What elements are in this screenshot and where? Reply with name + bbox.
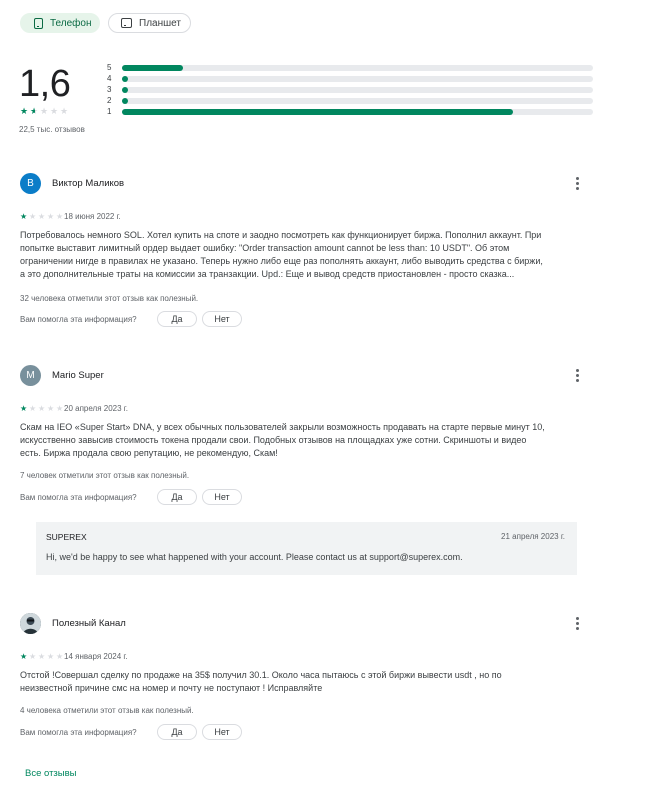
- star-icon: ★: [47, 652, 55, 661]
- histogram-bar: [122, 75, 129, 82]
- histogram-row-3: 3: [107, 85, 593, 94]
- review-stars: ★ ★ ★ ★ ★: [20, 652, 65, 662]
- tablet-icon: [121, 18, 132, 28]
- histogram-track: [122, 97, 593, 104]
- histogram-label: 1: [107, 107, 112, 116]
- average-rating: 1,6: [19, 63, 71, 105]
- star-icon: ★: [29, 404, 37, 413]
- review-text-line: неизвестной причине смс на номер и почту…: [20, 683, 323, 693]
- histogram-bar: [122, 97, 129, 104]
- phone-icon: [34, 17, 43, 29]
- no-button[interactable]: Нет: [202, 489, 242, 505]
- yes-button[interactable]: Да: [157, 311, 197, 327]
- star-icon: ★: [30, 106, 39, 116]
- review-date: 20 апреля 2023 г.: [64, 404, 128, 413]
- all-reviews-link[interactable]: Все отзывы: [25, 768, 77, 779]
- star-icon: ★: [47, 212, 55, 221]
- no-button[interactable]: Нет: [202, 724, 242, 740]
- helpful-question: Вам помогла эта информация?: [20, 315, 137, 324]
- star-icon: ★: [38, 652, 46, 661]
- review-text: Потребовалось немного SOL. Хотел купить …: [20, 229, 586, 281]
- review-text-line: а это дополнительные траты на комиссии з…: [20, 269, 515, 279]
- histogram-bar: [122, 64, 184, 71]
- histogram-row-2: 2: [107, 96, 593, 105]
- review-text: Отстой !Совершал сделку по продаже на 35…: [20, 669, 586, 695]
- histogram-track: [122, 75, 593, 82]
- helpful-count: 32 человека отметили этот отзыв как поле…: [20, 294, 199, 303]
- review-count: 22,5 тыс. отзывов: [19, 125, 85, 134]
- review-text: Скам на IEO «Super Start» DNA, у всех об…: [20, 421, 586, 460]
- star-icon: ★: [20, 212, 28, 221]
- star-icon: ★: [20, 106, 29, 116]
- review-author: Mario Super: [52, 370, 104, 381]
- histogram-row-1: 1: [107, 107, 593, 116]
- review-date: 18 июня 2022 г.: [64, 212, 121, 221]
- more-options-icon[interactable]: [574, 366, 580, 384]
- review-author: Виктор Маликов: [52, 178, 125, 189]
- review-text-line: Скам на IEO «Super Start» DNA, у всех об…: [20, 422, 545, 432]
- histogram-track: [122, 64, 593, 71]
- rating-stars: ★ ★ ★ ★ ★: [20, 106, 70, 116]
- review-date: 14 января 2024 г.: [64, 652, 128, 661]
- histogram-row-4: 4: [107, 74, 593, 83]
- review-stars: ★ ★ ★ ★ ★: [20, 404, 65, 414]
- developer-reply: SUPEREX 21 апреля 2023 г. Hi, we'd be ha…: [36, 522, 577, 575]
- developer-reply-text: Hi, we'd be happy to see what happened w…: [46, 552, 463, 562]
- histogram-track: [122, 108, 593, 115]
- review-author: Полезный Канал: [52, 618, 126, 629]
- developer-name: SUPEREX: [46, 532, 87, 542]
- no-button[interactable]: Нет: [202, 311, 242, 327]
- avatar: M: [20, 365, 41, 386]
- helpful-question: Вам помогла эта информация?: [20, 493, 137, 502]
- histogram-track: [122, 86, 593, 93]
- avatar: [20, 613, 41, 634]
- star-icon: ★: [47, 404, 55, 413]
- review-text-line: Потребовалось немного SOL. Хотел купить …: [20, 230, 542, 240]
- tab-tablet-label: Планшет: [139, 17, 181, 29]
- yes-button[interactable]: Да: [157, 489, 197, 505]
- histogram-label: 3: [107, 85, 112, 94]
- review-text-line: Отстой !Совершал сделку по продаже на 35…: [20, 670, 502, 680]
- histogram-row-5: 5: [107, 63, 593, 72]
- review-text-line: попытке выставит лимитный ордер выдает о…: [20, 243, 510, 253]
- histogram-label: 2: [107, 96, 112, 105]
- histogram-bar: [122, 86, 129, 93]
- helpful-question: Вам помогла эта информация?: [20, 728, 137, 737]
- review-stars: ★ ★ ★ ★ ★: [20, 212, 65, 222]
- review-text-line: есть. Биржа продала свою репутацию, не р…: [20, 448, 278, 458]
- histogram-bar: [122, 108, 513, 115]
- star-icon: ★: [29, 212, 37, 221]
- tab-phone[interactable]: Телефон: [20, 13, 100, 33]
- avatar-image: [20, 613, 41, 634]
- star-icon: ★: [40, 106, 49, 116]
- avatar: В: [20, 173, 41, 194]
- more-options-icon[interactable]: [574, 174, 580, 192]
- helpful-count: 4 человека отметили этот отзыв как полез…: [20, 706, 194, 715]
- star-icon: ★: [50, 106, 59, 116]
- yes-button[interactable]: Да: [157, 724, 197, 740]
- review-text-line: ограничении нигде в правилах не указано.…: [20, 256, 543, 266]
- developer-reply-date: 21 апреля 2023 г.: [501, 532, 565, 541]
- review-text-line: искусственно завысив стоимость токена пр…: [20, 435, 527, 445]
- tab-phone-label: Телефон: [50, 17, 92, 29]
- star-icon: ★: [60, 106, 69, 116]
- star-icon: ★: [29, 652, 37, 661]
- more-options-icon[interactable]: [574, 614, 580, 632]
- helpful-count: 7 человек отметили этот отзыв как полезн…: [20, 471, 190, 480]
- histogram-label: 4: [107, 74, 112, 83]
- histogram-label: 5: [107, 63, 112, 72]
- star-icon: ★: [38, 212, 46, 221]
- star-icon: ★: [20, 652, 28, 661]
- tab-tablet[interactable]: Планшет: [108, 13, 191, 33]
- star-icon: ★: [20, 404, 28, 413]
- star-icon: ★: [38, 404, 46, 413]
